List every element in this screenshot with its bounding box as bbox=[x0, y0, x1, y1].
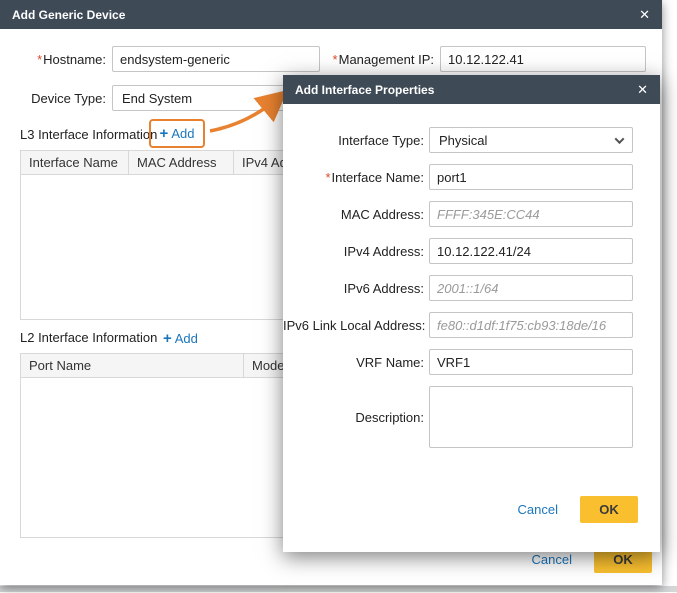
interface-dialog-footer: Cancel OK bbox=[283, 496, 660, 523]
ipv6-address-input[interactable] bbox=[429, 275, 633, 301]
mac-address-input[interactable] bbox=[429, 201, 633, 227]
hostname-input[interactable] bbox=[112, 46, 320, 72]
hostname-label: *Hostname: bbox=[37, 51, 106, 67]
interface-name-input[interactable] bbox=[429, 164, 633, 190]
required-asterisk: * bbox=[325, 169, 331, 185]
ipv6-link-local-input[interactable] bbox=[429, 312, 633, 338]
plus-icon: + bbox=[163, 330, 172, 347]
add-interface-properties-dialog: Add Interface Properties ✕ Interface Typ… bbox=[283, 75, 660, 552]
interface-name-field-row: *Interface Name: bbox=[283, 164, 660, 190]
description-textarea[interactable] bbox=[429, 386, 633, 448]
ipv6-address-field-row: IPv6 Address: bbox=[283, 275, 660, 301]
close-icon[interactable]: ✕ bbox=[637, 83, 648, 96]
column-header-port-name[interactable]: Port Name bbox=[21, 354, 244, 377]
management-ip-input[interactable] bbox=[440, 46, 646, 72]
column-header-interface-name[interactable]: Interface Name bbox=[21, 151, 129, 174]
description-label: Description: bbox=[355, 409, 424, 425]
l3-section-title: L3 Interface Information bbox=[20, 127, 158, 142]
management-ip-label: *Management IP: bbox=[332, 51, 434, 67]
ok-button[interactable]: OK bbox=[580, 496, 638, 523]
device-type-value: End System bbox=[122, 90, 193, 106]
vrf-name-input[interactable] bbox=[429, 349, 633, 375]
l3-add-highlight-box: + Add bbox=[149, 119, 205, 148]
dialog-title: Add Interface Properties bbox=[295, 82, 435, 97]
interface-name-label: *Interface Name: bbox=[325, 169, 424, 185]
interface-form: Interface Type: Physical *Interface Name… bbox=[283, 104, 660, 523]
dialog-title: Add Generic Device bbox=[12, 7, 126, 22]
l3-add-button[interactable]: + Add bbox=[160, 125, 195, 142]
ipv6-address-label: IPv6 Address: bbox=[343, 280, 424, 296]
interface-type-field-row: Interface Type: Physical bbox=[283, 127, 660, 153]
cancel-button[interactable]: Cancel bbox=[532, 552, 572, 567]
interface-type-select[interactable]: Physical bbox=[429, 127, 633, 153]
background-edge bbox=[0, 586, 677, 592]
mac-address-label: MAC Address: bbox=[340, 206, 424, 222]
mac-address-field-row: MAC Address: bbox=[283, 201, 660, 227]
description-field-row: Description: bbox=[283, 386, 660, 448]
required-asterisk: * bbox=[37, 51, 43, 67]
vrf-name-field-row: VRF Name: bbox=[283, 349, 660, 375]
close-icon[interactable]: ✕ bbox=[639, 8, 650, 21]
management-ip-field-row: *Management IP: bbox=[330, 46, 646, 72]
vrf-name-label: VRF Name: bbox=[356, 354, 424, 370]
dialog-header: Add Generic Device ✕ bbox=[0, 0, 662, 29]
annotation-arrow bbox=[209, 90, 288, 133]
device-type-label: Device Type: bbox=[31, 90, 106, 106]
hostname-field-row: *Hostname: bbox=[12, 46, 320, 72]
ipv6-link-local-field-row: IPv6 Link Local Address: bbox=[283, 312, 660, 338]
cancel-button[interactable]: Cancel bbox=[518, 502, 558, 517]
l2-section-title: L2 Interface Information bbox=[20, 330, 158, 345]
column-header-mac-address[interactable]: MAC Address bbox=[129, 151, 234, 174]
ipv4-address-label: IPv4 Address: bbox=[343, 243, 424, 259]
interface-type-value: Physical bbox=[439, 132, 488, 148]
ipv4-address-field-row: IPv4 Address: bbox=[283, 238, 660, 264]
ipv4-address-input[interactable] bbox=[429, 238, 633, 264]
ipv6-link-local-label: IPv6 Link Local Address: bbox=[283, 317, 426, 333]
required-asterisk: * bbox=[332, 51, 338, 67]
plus-icon: + bbox=[159, 125, 169, 142]
chevron-down-icon bbox=[614, 133, 625, 144]
interface-type-label: Interface Type: bbox=[338, 132, 424, 148]
dialog-header: Add Interface Properties ✕ bbox=[283, 75, 660, 104]
l2-add-button[interactable]: + Add bbox=[163, 330, 198, 347]
